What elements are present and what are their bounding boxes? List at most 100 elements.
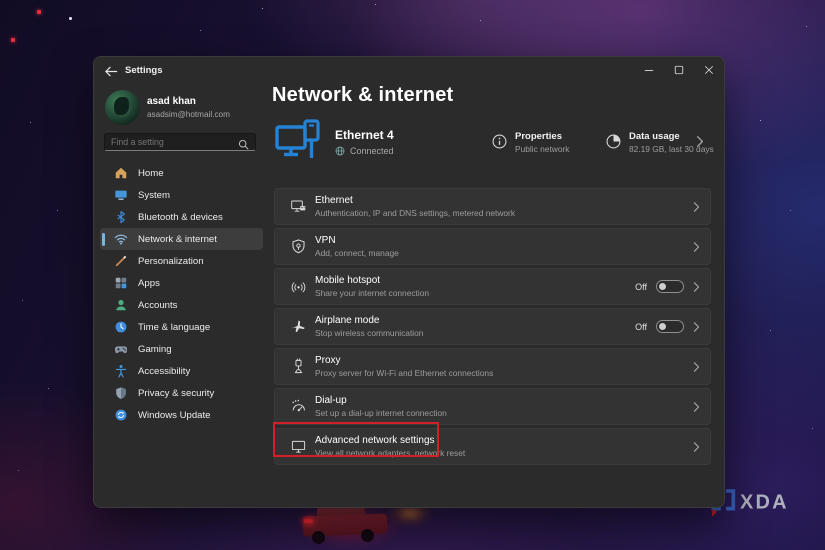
row-title: Proxy — [315, 355, 341, 366]
update-icon — [114, 408, 128, 422]
sidebar-item-windows-update[interactable]: Windows Update — [100, 404, 263, 426]
settings-row-ethernet[interactable]: Ethernet Authentication, IP and DNS setti… — [274, 188, 711, 225]
row-text: Ethernet Authentication, IP and DNS setti… — [313, 195, 693, 218]
row-controls — [693, 361, 700, 373]
advanced-icon — [283, 438, 313, 455]
sidebar-item-personalization[interactable]: Personalization — [100, 250, 263, 272]
settings-list: Ethernet Authentication, IP and DNS setti… — [274, 188, 711, 468]
search-input[interactable] — [111, 137, 238, 147]
settings-row-vpn[interactable]: VPN Add, connect, manage — [274, 228, 711, 265]
vpn-icon — [283, 238, 313, 255]
sidebar-item-label: Privacy & security — [138, 387, 215, 399]
sidebar-item-bluetooth-and-devices[interactable]: Bluetooth & devices — [100, 206, 263, 228]
row-text: Dial-up Set up a dial-up internet connect… — [313, 395, 693, 418]
connection-name: Ethernet 4 — [335, 128, 394, 142]
user-name: asad khan — [147, 96, 196, 107]
data-usage-icon — [606, 134, 621, 149]
sidebar-item-label: Windows Update — [138, 409, 211, 421]
xda-red-notch — [711, 509, 718, 517]
sidebar-item-label: Accounts — [138, 299, 178, 311]
row-title: Mobile hotspot — [315, 275, 381, 286]
chevron-right-icon — [693, 281, 700, 293]
row-subtitle: Stop wireless communication — [315, 328, 424, 338]
minimize-button[interactable] — [634, 57, 664, 82]
sidebar-item-gaming[interactable]: Gaming — [100, 338, 263, 360]
sidebar-item-privacy-and-security[interactable]: Privacy & security — [100, 382, 263, 404]
properties-shortcut[interactable]: Properties Public network — [492, 131, 569, 154]
search-box[interactable] — [104, 133, 256, 151]
settings-row-airplane-mode[interactable]: Airplane mode Stop wireless communication… — [274, 308, 711, 345]
sidebar-item-accounts[interactable]: Accounts — [100, 294, 263, 316]
sidebar-nav: Home System Bluetooth & devices Network & i… — [100, 162, 263, 426]
window-title: Settings — [125, 65, 163, 76]
connection-status: Connected — [335, 146, 394, 156]
sidebar-item-apps[interactable]: Apps — [100, 272, 263, 294]
toggle-state-label: Off — [635, 281, 647, 292]
row-controls — [693, 241, 700, 253]
sidebar-item-accessibility[interactable]: Accessibility — [100, 360, 263, 382]
sidebar-item-network-and-internet[interactable]: Network & internet — [100, 228, 263, 250]
row-subtitle: Add, connect, manage — [315, 248, 399, 258]
chevron-right-icon — [693, 361, 700, 373]
system-icon — [114, 188, 128, 202]
row-text: Proxy Proxy server for Wi-Fi and Ethernet… — [313, 355, 693, 378]
properties-subtitle: Public network — [515, 144, 570, 154]
close-button[interactable] — [694, 57, 724, 82]
toggle-switch[interactable] — [656, 280, 684, 293]
home-icon — [114, 166, 128, 180]
toggle-state-label: Off — [635, 321, 647, 332]
connection-status-text: Connected — [350, 146, 394, 156]
sidebar-item-label: Personalization — [138, 255, 204, 267]
settings-row-mobile-hotspot[interactable]: Mobile hotspot Share your internet connec… — [274, 268, 711, 305]
chevron-right-icon — [693, 401, 700, 413]
sidebar-item-label: Home — [138, 167, 164, 179]
chevron-right-icon — [693, 321, 700, 333]
apps-icon — [114, 276, 128, 290]
row-subtitle: Proxy server for Wi-Fi and Ethernet conn… — [315, 368, 494, 378]
row-title: Ethernet — [315, 195, 353, 206]
sidebar-item-time-and-language[interactable]: Time & language — [100, 316, 263, 338]
hotspot-icon — [283, 278, 313, 295]
properties-title: Properties — [515, 131, 562, 142]
sidebar-item-label: Network & internet — [138, 233, 217, 245]
proxy-icon — [283, 358, 313, 375]
row-subtitle: Share your internet connection — [315, 288, 430, 298]
row-subtitle: Set up a dial-up internet connection — [315, 408, 447, 418]
sidebar-item-system[interactable]: System — [100, 184, 263, 206]
window-controls — [634, 57, 724, 82]
settings-row-proxy[interactable]: Proxy Proxy server for Wi-Fi and Ethernet… — [274, 348, 711, 385]
sidebar-item-home[interactable]: Home — [100, 162, 263, 184]
red-star-decoration — [37, 10, 41, 14]
sidebar-item-label: Gaming — [138, 343, 172, 355]
privacy-icon — [114, 386, 128, 400]
chevron-right-icon[interactable] — [696, 135, 704, 148]
toggle-knob — [659, 283, 666, 290]
xda-letters: XDA — [740, 492, 789, 514]
row-text: Airplane mode Stop wireless communication — [313, 315, 635, 338]
row-title: Dial-up — [315, 395, 347, 406]
row-controls — [693, 441, 700, 453]
xda-bracket-right — [725, 489, 736, 511]
chevron-right-icon — [693, 201, 700, 213]
dialup-icon — [283, 398, 313, 415]
maximize-icon — [674, 65, 684, 74]
settings-row-advanced-network-settings[interactable]: Advanced network settings View all networ… — [274, 428, 711, 465]
maximize-button[interactable] — [664, 57, 694, 82]
info-icon — [492, 134, 507, 149]
row-subtitle: Authentication, IP and DNS settings, met… — [315, 208, 516, 218]
sidebar-item-label: System — [138, 189, 170, 201]
red-star-decoration — [11, 38, 15, 42]
toggle-switch[interactable] — [656, 320, 684, 333]
accounts-icon — [114, 298, 128, 312]
back-button[interactable] — [103, 64, 121, 80]
stars-decoration — [0, 0, 1, 1]
row-controls: Off — [635, 320, 700, 333]
avatar[interactable] — [105, 90, 140, 125]
bluetooth-icon — [114, 210, 128, 224]
personalization-icon — [114, 254, 128, 268]
toggle-knob — [659, 323, 666, 330]
row-text: Advanced network settings View all networ… — [313, 435, 693, 458]
settings-window: Settings asad khan asadsim@hotmail.com H… — [93, 56, 725, 508]
page-title: Network & internet — [272, 84, 454, 106]
settings-row-dial-up[interactable]: Dial-up Set up a dial-up internet connect… — [274, 388, 711, 425]
